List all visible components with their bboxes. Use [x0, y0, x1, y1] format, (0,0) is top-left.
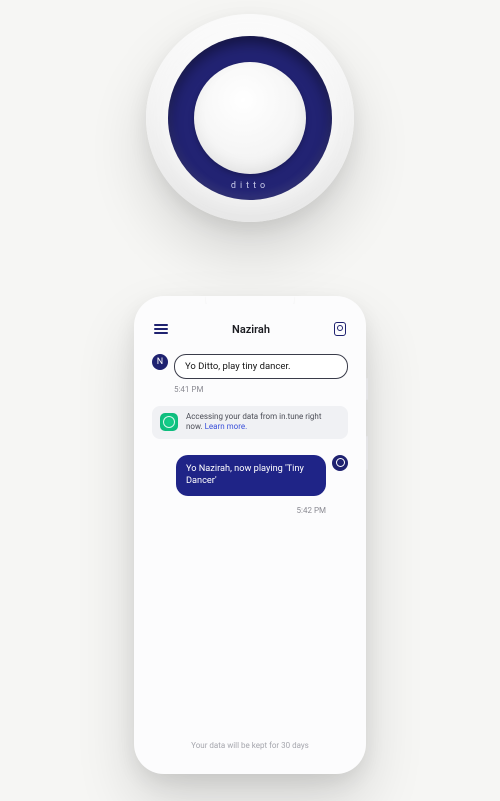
app-header: Nazirah: [152, 322, 348, 336]
chat-area: N Yo Ditto, play tiny dancer. 5:41 PM Ac…: [152, 354, 348, 515]
learn-more-link[interactable]: Learn more.: [205, 422, 248, 431]
privacy-notice-card[interactable]: Accessing your data from in.tune right n…: [152, 406, 348, 439]
device-face: [194, 62, 306, 174]
privacy-lock-icon[interactable]: [334, 322, 346, 336]
message-timestamp: 5:41 PM: [174, 385, 348, 394]
message-timestamp: 5:42 PM: [152, 506, 326, 515]
menu-icon[interactable]: [154, 324, 168, 334]
header-title: Nazirah: [232, 323, 270, 336]
device-brand-label: ditto: [231, 181, 269, 191]
bot-message-bubble: Yo Nazirah, now playing 'Tiny Dancer': [176, 455, 326, 496]
intune-app-icon: [160, 413, 178, 431]
data-retention-footer: Your data will be kept for 30 days: [142, 741, 358, 750]
phone-mockup: Nazirah N Yo Ditto, play tiny dancer. 5:…: [134, 296, 366, 774]
privacy-notice-text: Accessing your data from in.tune right n…: [186, 412, 340, 433]
user-message-bubble[interactable]: Yo Ditto, play tiny dancer.: [174, 354, 348, 379]
bot-avatar-icon: [332, 455, 348, 471]
app-screen: Nazirah N Yo Ditto, play tiny dancer. 5:…: [142, 304, 358, 764]
bot-message-row: Yo Nazirah, now playing 'Tiny Dancer': [152, 455, 348, 496]
avatar: N: [152, 354, 168, 370]
device-ring: ditto: [168, 36, 332, 200]
smart-device-puck: ditto: [146, 14, 354, 222]
phone-side-button: [366, 378, 368, 400]
user-message-row: N Yo Ditto, play tiny dancer.: [152, 354, 348, 379]
phone-side-button: [366, 436, 368, 470]
